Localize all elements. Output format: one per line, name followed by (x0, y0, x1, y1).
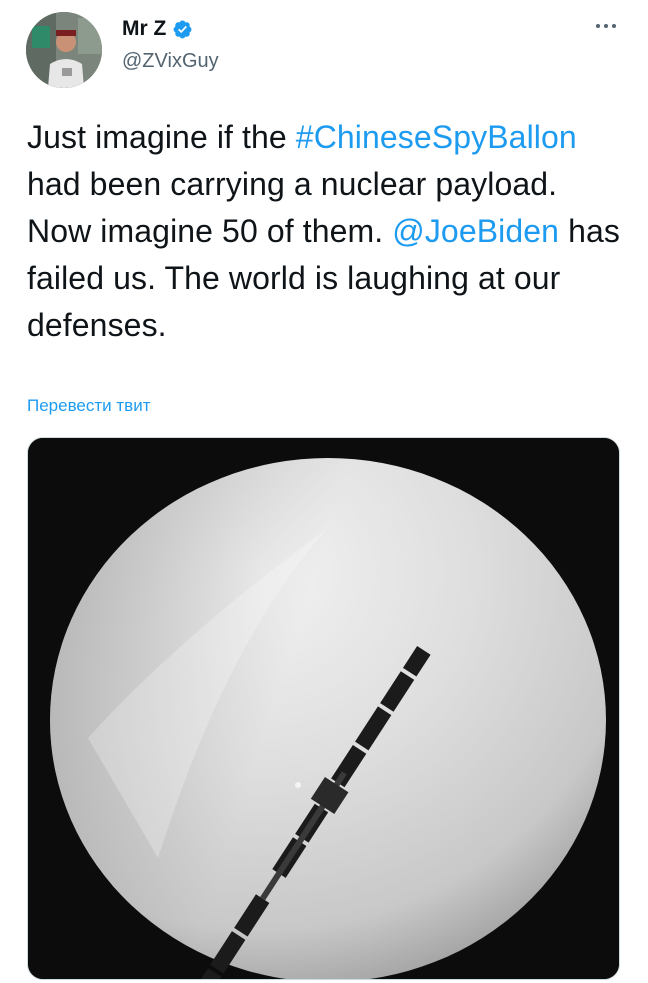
balloon-photo (28, 438, 619, 979)
author-avatar[interactable] (26, 12, 102, 88)
more-dot (604, 24, 608, 28)
more-dot (596, 24, 600, 28)
avatar-image (26, 12, 102, 88)
tweet-text: Just imagine if the #ChineseSpyBallon ha… (27, 114, 627, 349)
author-name-row[interactable]: Mr Z (122, 17, 193, 41)
more-options-icon[interactable] (592, 18, 620, 34)
hashtag-link[interactable]: #ChineseSpyBallon (296, 119, 577, 155)
translate-tweet-link[interactable]: Перевести твит (27, 396, 150, 416)
author-handle[interactable]: @ZVixGuy (122, 50, 219, 73)
tweet-media-photo[interactable] (27, 437, 620, 980)
mention-link[interactable]: @JoeBiden (392, 213, 559, 249)
verified-badge-icon (173, 20, 192, 38)
author-display-name[interactable]: Mr Z (122, 17, 166, 41)
more-dot (612, 24, 616, 28)
tweet-text-segment: Just imagine if the (27, 119, 296, 155)
